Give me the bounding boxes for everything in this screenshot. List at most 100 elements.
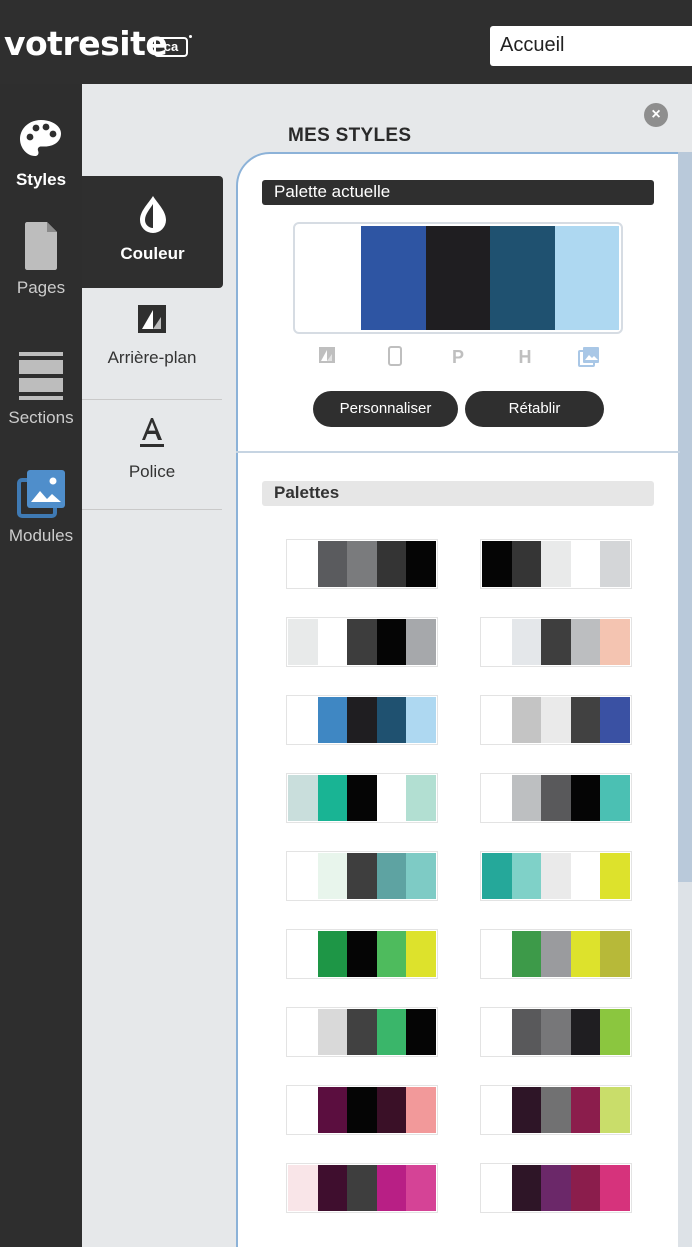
reset-button[interactable]: Rétablir (465, 391, 604, 427)
heading-icon[interactable]: H (514, 346, 536, 368)
palette-swatch (406, 853, 436, 899)
main-sidebar: Styles Pages Sections Modules (0, 84, 82, 1247)
background-icon[interactable] (316, 346, 338, 368)
palette-option[interactable] (480, 1085, 632, 1135)
subpanel-item-label: Police (128, 462, 176, 481)
palette-swatch (406, 775, 436, 821)
palette-option[interactable] (286, 695, 438, 745)
close-icon: × (651, 106, 661, 123)
palette-swatch (288, 1009, 318, 1055)
subpanel-item-font[interactable]: Police (82, 416, 222, 506)
palette-swatch (347, 775, 377, 821)
palette-swatch (482, 697, 512, 743)
mobile-icon[interactable] (384, 346, 406, 368)
sidebar-item-modules[interactable]: Modules (0, 468, 82, 546)
background-icon (138, 305, 166, 333)
palette-option[interactable] (286, 851, 438, 901)
palette-option[interactable] (286, 1085, 438, 1135)
palette-swatch (288, 1087, 318, 1133)
current-palette-preview[interactable] (293, 222, 623, 334)
subpanel-item-color[interactable]: Couleur (82, 176, 223, 288)
palette-option[interactable] (286, 929, 438, 979)
palette-swatch (600, 1165, 630, 1211)
palette-swatch (600, 775, 630, 821)
image-icon[interactable] (578, 346, 600, 368)
palette-role-icons: P H (316, 346, 606, 368)
current-palette-swatch (425, 226, 491, 330)
page-select[interactable]: Accueil (490, 26, 692, 66)
palette-swatch (511, 619, 542, 665)
palette-option[interactable] (480, 1163, 632, 1213)
palette-option[interactable] (480, 539, 632, 589)
palette-swatch (288, 931, 318, 977)
palette-swatch (511, 1009, 542, 1055)
section-divider (236, 451, 680, 453)
customize-button[interactable]: Personnaliser (313, 391, 458, 427)
palette-swatch (511, 1087, 542, 1133)
palette-swatch (511, 697, 542, 743)
subpanel-item-background[interactable]: Arrière-plan (82, 304, 222, 394)
palette-swatch (347, 1165, 377, 1211)
palette-swatch (288, 1165, 318, 1211)
palette-option[interactable] (286, 617, 438, 667)
palette-swatch (600, 1009, 630, 1055)
palette-swatch (541, 1165, 571, 1211)
palette-swatch (347, 931, 377, 977)
palette-swatch (406, 931, 436, 977)
palette-swatch (482, 1009, 512, 1055)
paragraph-icon[interactable]: P (447, 346, 469, 368)
scrollbar-thumb[interactable] (678, 152, 692, 882)
subpanel-divider (82, 399, 222, 400)
palette-swatch (482, 853, 512, 899)
sidebar-item-label: Pages (16, 278, 66, 297)
palette-swatch (347, 697, 377, 743)
palette-swatch (406, 697, 436, 743)
palette-option[interactable] (286, 773, 438, 823)
palette-option[interactable] (286, 539, 438, 589)
palette-swatch (376, 931, 407, 977)
palettes-header: Palettes (262, 481, 654, 506)
palette-swatch (541, 619, 571, 665)
palette-swatch (570, 1009, 601, 1055)
palette-swatch (541, 541, 571, 587)
palette-swatch (288, 541, 318, 587)
sidebar-item-label: Styles (15, 170, 67, 189)
palette-swatch (541, 1087, 571, 1133)
close-button[interactable]: × (644, 103, 668, 127)
palette-option[interactable] (480, 773, 632, 823)
palette-swatch (288, 619, 318, 665)
sidebar-item-pages[interactable]: Pages (0, 220, 82, 298)
app-root: votresite ca Accueil Styles Pages Sectio… (0, 0, 692, 1247)
current-palette-swatch (361, 226, 426, 330)
sidebar-item-styles[interactable]: Styles (0, 116, 82, 190)
palette-swatch (570, 619, 601, 665)
palette-option[interactable] (286, 1163, 438, 1213)
palette-option[interactable] (480, 695, 632, 745)
palette-swatch (570, 775, 601, 821)
palette-option[interactable] (480, 617, 632, 667)
sections-icon (19, 352, 63, 400)
palette-swatch (347, 1009, 377, 1055)
palette-swatch (541, 931, 571, 977)
palette-swatch (317, 1009, 348, 1055)
palette-swatch (600, 541, 630, 587)
panel-title: MES STYLES (288, 125, 412, 146)
palette-option[interactable] (480, 929, 632, 979)
palette-swatch (317, 853, 348, 899)
palette-swatch (482, 1165, 512, 1211)
palette-swatch (482, 775, 512, 821)
palette-swatch (288, 853, 318, 899)
palette-swatch (406, 1165, 436, 1211)
palette-option[interactable] (286, 1007, 438, 1057)
palette-swatch (600, 931, 630, 977)
palette-swatch (347, 619, 377, 665)
style-subpanel: Couleur Arrière-plan Police (82, 84, 234, 1247)
logo-text[interactable]: votresite (4, 24, 168, 63)
palette-option[interactable] (480, 851, 632, 901)
palette-option[interactable] (480, 1007, 632, 1057)
palette-swatch (600, 697, 630, 743)
palette-swatch (317, 775, 348, 821)
palette-swatch (600, 853, 630, 899)
palette-swatch (317, 697, 348, 743)
sidebar-item-sections[interactable]: Sections (0, 350, 82, 428)
